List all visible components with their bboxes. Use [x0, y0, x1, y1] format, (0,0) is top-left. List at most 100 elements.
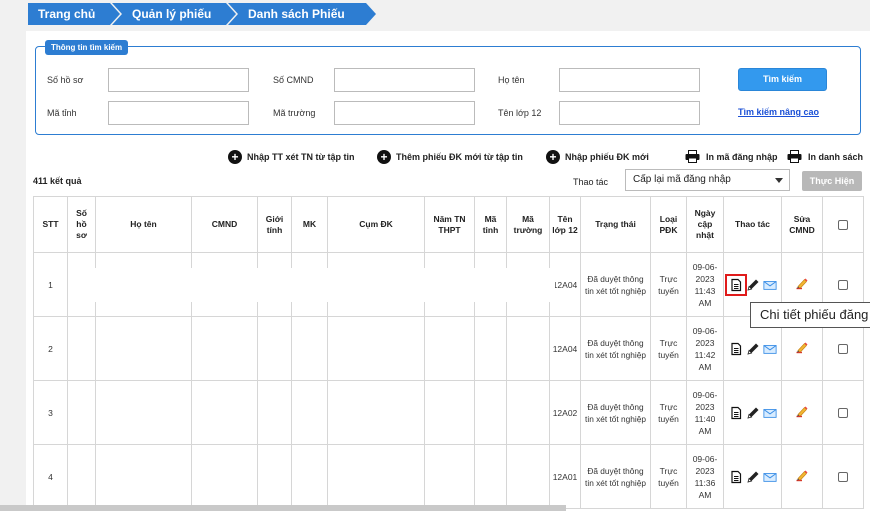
print-list-button[interactable]: In danh sách	[787, 150, 863, 163]
label-ten-lop-12: Tên lớp 12	[498, 108, 542, 118]
pencil-icon[interactable]	[746, 406, 760, 420]
plus-circle-icon: +	[546, 150, 560, 164]
cell-sua-cmnd	[781, 444, 823, 509]
ho-ten-input[interactable]	[559, 68, 700, 92]
cell-ngay-cap-nhat: 09-06-2023 11:36 AM	[686, 444, 724, 509]
col-ho-ten: Họ tên	[95, 196, 192, 253]
cell-ho-ten	[95, 444, 192, 509]
document-icon[interactable]	[729, 406, 743, 420]
document-icon[interactable]	[729, 342, 743, 356]
col-cum-dk: Cụm ĐK	[327, 196, 425, 253]
import-form-label: Nhập phiếu ĐK mới	[565, 152, 649, 162]
col-ngay-cap-nhat: Ngày cập nhật	[686, 196, 724, 253]
cell-gioi-tinh	[257, 316, 292, 381]
search-button[interactable]: Tìm kiếm	[738, 68, 827, 91]
envelope-icon[interactable]	[762, 342, 777, 356]
bulk-action-select[interactable]: Cấp lại mã đăng nhập	[625, 169, 790, 191]
label-so-ho-so: Số hồ sơ	[47, 75, 84, 85]
advanced-search-link[interactable]: Tìm kiếm nâng cao	[738, 107, 819, 117]
cell-trang-thai: Đã duyệt thông tin xét tốt nghiệp	[580, 252, 651, 317]
cell-nam-tn	[424, 380, 475, 445]
cell-ma-truong	[506, 444, 550, 509]
cell-ma-truong	[506, 380, 550, 445]
print-login-button[interactable]: In mã đăng nhập	[685, 150, 778, 163]
cell-nam-tn	[424, 444, 475, 509]
breadcrumb-manage[interactable]: Quản lý phiếu ĐK	[112, 3, 236, 43]
edit-pen-icon[interactable]	[795, 340, 809, 354]
table-row: 4 12A01 Đã duyệt thông tin xét tốt nghiệ…	[33, 444, 864, 509]
bulk-action-label: Thao tác	[573, 177, 609, 187]
edit-pen-icon[interactable]	[795, 468, 809, 482]
ma-truong-input[interactable]	[334, 101, 475, 125]
breadcrumb-list[interactable]: Danh sách Phiếu ĐK	[228, 3, 376, 43]
pencil-icon[interactable]	[746, 470, 760, 484]
cell-mk	[291, 444, 328, 509]
col-gioi-tinh: Giới tính	[257, 196, 292, 253]
ten-lop-12-input[interactable]	[559, 101, 700, 125]
select-all-checkbox[interactable]	[838, 219, 848, 230]
cell-loai-pdk: Trực tuyến	[650, 444, 687, 509]
document-icon[interactable]	[729, 470, 743, 484]
col-so-ho-so: Số hồ sơ	[67, 196, 96, 253]
row-checkbox[interactable]	[838, 280, 848, 291]
label-ma-truong: Mã trường	[273, 108, 316, 118]
redaction-mask	[68, 268, 555, 302]
label-ma-tinh: Mã tỉnh	[47, 108, 77, 118]
row-checkbox[interactable]	[838, 344, 848, 355]
cell-cmnd	[191, 316, 258, 381]
edit-pen-icon[interactable]	[795, 276, 809, 290]
cell-ten-lop: 12A01	[549, 444, 581, 509]
col-thao-tac: Thao tác	[723, 196, 782, 253]
col-trang-thai: Trạng thái	[580, 196, 651, 253]
cell-ten-lop: 12A02	[549, 380, 581, 445]
add-from-file-button[interactable]: + Thêm phiếu ĐK mới từ tập tin	[377, 150, 523, 164]
cell-cum-dk	[327, 380, 425, 445]
breadcrumb-home[interactable]: Trang chủ	[28, 3, 120, 25]
cell-trang-thai: Đã duyệt thông tin xét tốt nghiệp	[580, 380, 651, 445]
document-icon[interactable]	[724, 273, 747, 296]
envelope-icon[interactable]	[762, 406, 777, 420]
label-so-cmnd: Số CMND	[273, 75, 314, 85]
cell-ngay-cap-nhat: 09-06-2023 11:43 AM	[686, 252, 724, 317]
row-checkbox[interactable]	[838, 408, 848, 419]
pencil-icon[interactable]	[746, 342, 760, 356]
tooltip-detail: Chi tiết phiếu đăng ký	[750, 302, 870, 328]
cell-ma-tinh	[474, 380, 507, 445]
cell-loai-pdk: Trực tuyến	[650, 380, 687, 445]
cell-thao-tac	[723, 444, 782, 509]
cell-mk	[291, 380, 328, 445]
cell-gioi-tinh	[257, 444, 292, 509]
envelope-icon[interactable]	[762, 470, 777, 484]
cell-ho-ten	[95, 316, 192, 381]
col-loai-pdk: Loại PĐK	[650, 196, 687, 253]
cell-so-ho-so	[67, 316, 96, 381]
execute-button[interactable]: Thực Hiện	[802, 171, 862, 191]
cell-stt: 3	[33, 380, 68, 445]
import-tn-label: Nhập TT xét TN từ tập tin	[247, 152, 355, 162]
col-select-all[interactable]	[822, 196, 864, 253]
print-list-label: In danh sách	[808, 151, 864, 162]
import-form-button[interactable]: + Nhập phiếu ĐK mới	[546, 150, 649, 164]
printer-icon	[787, 150, 802, 163]
cell-ma-tinh	[474, 444, 507, 509]
so-cmnd-input[interactable]	[334, 68, 475, 92]
so-ho-so-input[interactable]	[108, 68, 249, 92]
edit-pen-icon[interactable]	[795, 404, 809, 418]
add-from-file-label: Thêm phiếu ĐK mới từ tập tin	[396, 152, 523, 162]
pencil-icon[interactable]	[746, 278, 760, 292]
cell-sua-cmnd	[781, 380, 823, 445]
table-header-row: STT Số hồ sơ Họ tên CMND Giới tính MK Cụ…	[33, 196, 864, 253]
label-ho-ten: Họ tên	[498, 75, 525, 85]
cell-thao-tac	[723, 380, 782, 445]
row-checkbox[interactable]	[838, 472, 848, 483]
col-nam-tn: Năm TN THPT	[424, 196, 475, 253]
ma-tinh-input[interactable]	[108, 101, 249, 125]
col-ten-lop: Tên lớp 12	[549, 196, 581, 253]
col-sua-cmnd: Sửa CMND	[781, 196, 823, 253]
import-tn-button[interactable]: + Nhập TT xét TN từ tập tin	[228, 150, 355, 164]
breadcrumb: Trang chủ Quản lý phiếu ĐK Danh sách Phi…	[28, 3, 378, 43]
cell-ho-ten	[95, 380, 192, 445]
horizontal-scrollbar[interactable]	[0, 505, 566, 511]
envelope-icon[interactable]	[762, 278, 777, 292]
cell-nam-tn	[424, 316, 475, 381]
